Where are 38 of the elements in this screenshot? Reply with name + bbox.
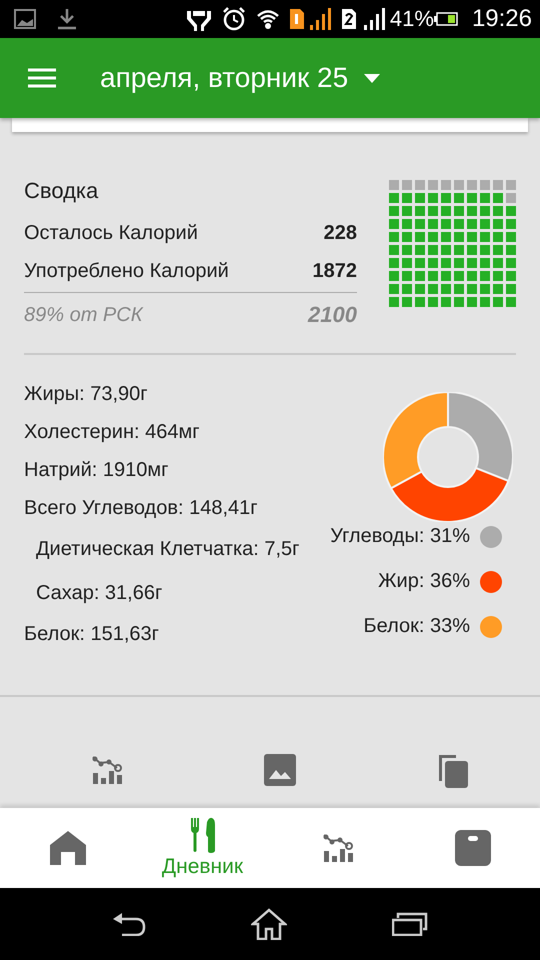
nutrient-text: Жиры: 73,90г (24, 382, 148, 407)
calorie-label: Осталось Калорий (24, 222, 198, 244)
nutrient-text: Сахар: 31,66г (36, 581, 162, 606)
nutrient-text: Холестерин: 464мг (24, 420, 200, 445)
wifi-icon (256, 8, 280, 30)
calorie-value: 228 (324, 222, 357, 244)
back-button[interactable] (112, 912, 146, 936)
goal-value: 2100 (308, 302, 357, 328)
sim-icon (342, 9, 356, 29)
copy-icon (436, 753, 470, 789)
legend-label: Белок: 33% (364, 615, 470, 638)
nutrient-text: Всего Углеводов: 148,41г (24, 496, 258, 521)
home-icon (48, 830, 86, 866)
legend-label: Углеводы: 31% (330, 525, 470, 548)
signal-icon (310, 8, 332, 30)
home-button[interactable] (250, 908, 287, 940)
nutrient-text: Натрий: 1910мг (24, 458, 168, 483)
clock: 19:26 (472, 5, 532, 33)
sim-icon (290, 9, 304, 29)
dropdown-caret-icon (364, 74, 380, 82)
nutrient-text: Диетическая Клетчатка: 7,5г (36, 537, 300, 562)
battery-icon (434, 12, 458, 26)
calorie-label: Употреблено Калорий (24, 260, 229, 282)
signal-icon (364, 8, 386, 30)
diary-icon (190, 817, 216, 853)
image-icon (262, 753, 297, 787)
recent-apps-button[interactable] (392, 912, 428, 936)
calorie-value: 1872 (312, 260, 357, 282)
alarm-icon (222, 7, 246, 31)
legend-label: Жир: 36% (378, 570, 470, 593)
goal-percent: 89% от РСК (24, 304, 142, 326)
menu-icon[interactable] (28, 68, 56, 88)
download-icon (56, 8, 78, 30)
scale-icon (454, 830, 490, 866)
nutrient-text: Белок: 151,63г (24, 622, 159, 647)
summary-title: Сводка (24, 177, 100, 205)
battery-percent: 41% (390, 6, 434, 32)
image-icon (14, 9, 36, 29)
